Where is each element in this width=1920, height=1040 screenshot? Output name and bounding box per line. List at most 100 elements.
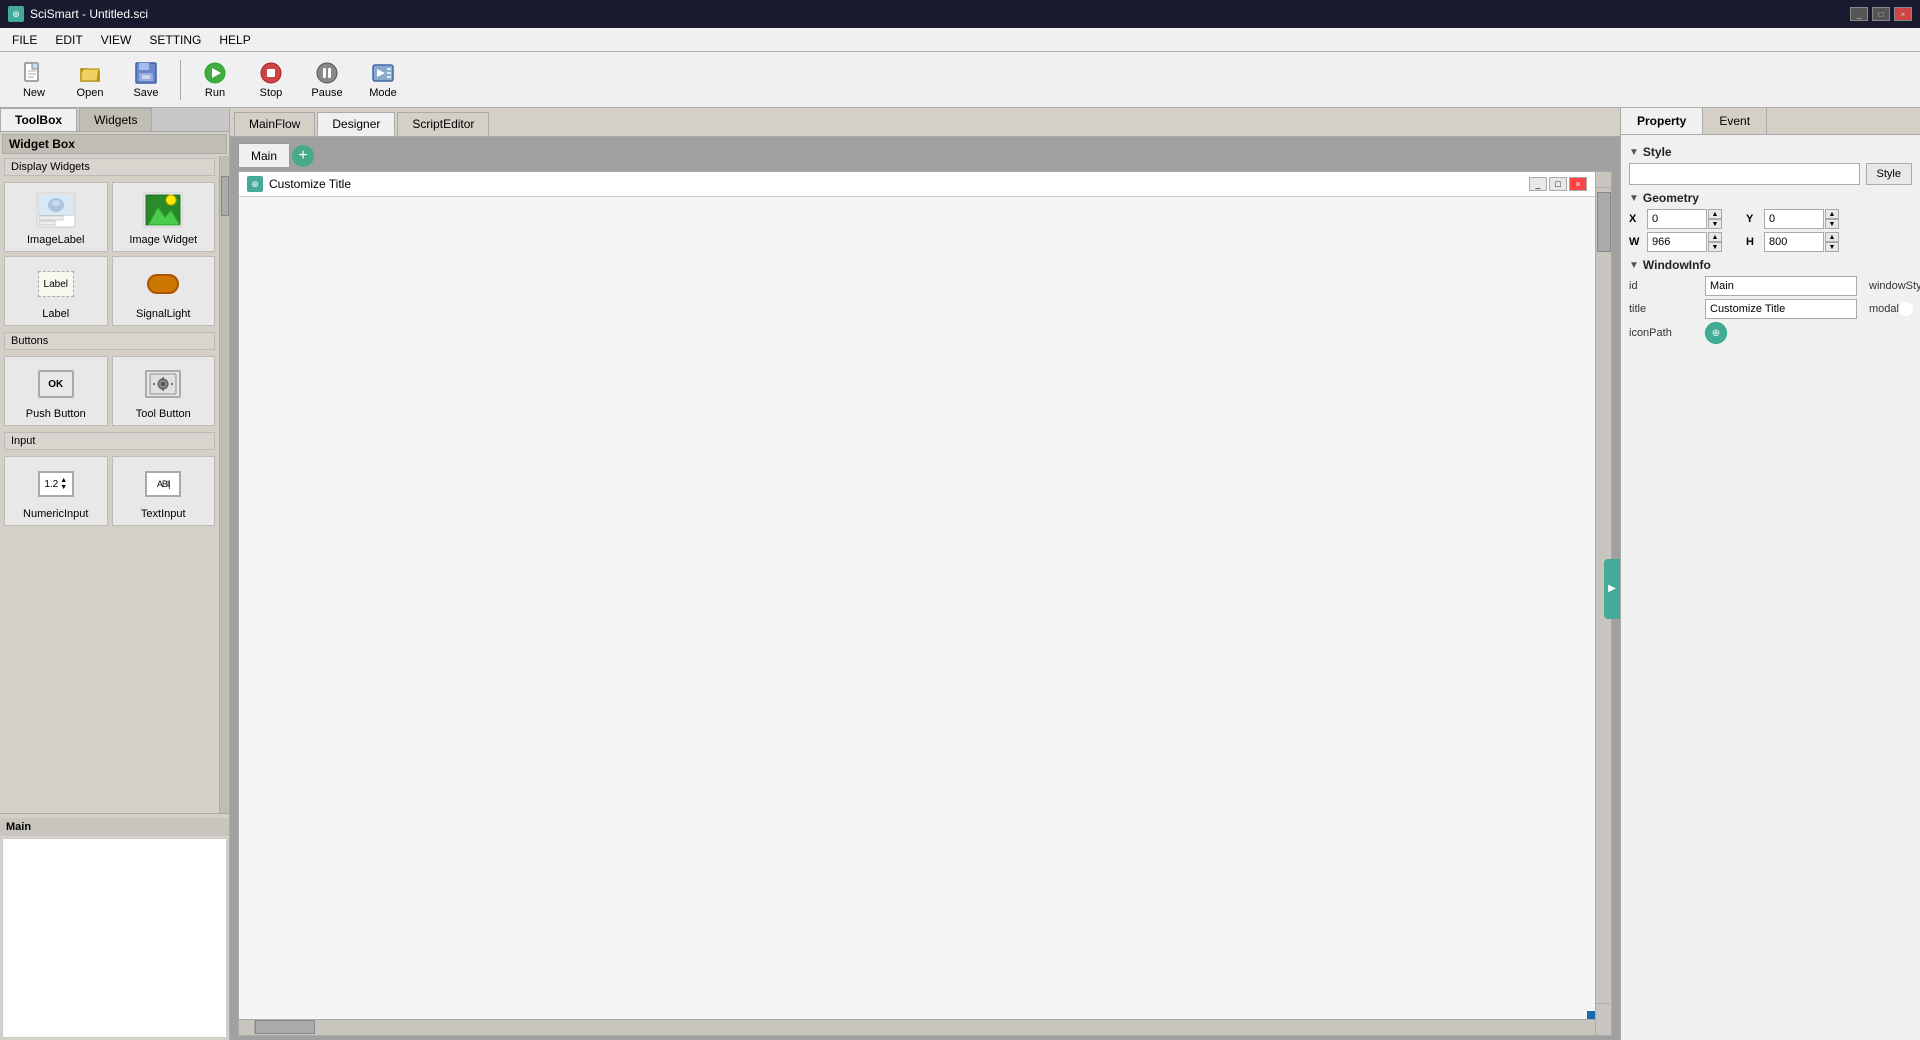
buttons-header[interactable]: Buttons — [4, 332, 215, 350]
tab-scripteditor[interactable]: ScriptEditor — [397, 112, 489, 136]
windowinfo-arrow: ▼ — [1629, 260, 1639, 271]
menu-setting[interactable]: SETTING — [141, 31, 209, 49]
tab-mainflow[interactable]: MainFlow — [234, 112, 315, 136]
style-input[interactable] — [1629, 163, 1860, 185]
designer-tabs: MainFlow Designer ScriptEditor — [230, 108, 1620, 137]
mode-icon — [371, 61, 395, 85]
toolbar-new-button[interactable]: New — [8, 56, 60, 104]
new-icon — [22, 61, 46, 85]
design-surface[interactable]: ⊕ Customize Title _ □ × — [238, 171, 1612, 1036]
toolbar-run-button[interactable]: Run — [189, 56, 241, 104]
left-bottom-section: Main — [0, 813, 229, 1040]
image-widget-icon — [143, 190, 183, 230]
menu-view[interactable]: VIEW — [93, 31, 140, 49]
display-widgets-grid: ImageLabel Image Widget — [0, 178, 219, 330]
h-spin-btns: ▲ ▼ — [1825, 232, 1839, 252]
toolbar-pause-button[interactable]: Pause — [301, 56, 353, 104]
close-button[interactable]: × — [1894, 7, 1912, 21]
design-window-controls: _ □ × — [1529, 177, 1587, 191]
id-input[interactable] — [1705, 276, 1857, 296]
toolbar-stop-button[interactable]: Stop — [245, 56, 297, 104]
modal-toggle-knob — [1899, 302, 1913, 316]
canvas-tabs: Main + — [230, 137, 1620, 167]
menu-file[interactable]: FILE — [4, 31, 45, 49]
left-scrollbar-thumb[interactable] — [221, 176, 229, 216]
design-window-maximize[interactable]: □ — [1549, 177, 1567, 191]
design-window-titlebar: ⊕ Customize Title _ □ × — [239, 172, 1595, 197]
right-panel: Property Event ▼ Style Style ▼ Geometry … — [1620, 108, 1920, 1040]
sv-thumb[interactable] — [1597, 192, 1611, 252]
iconpath-button[interactable]: ⊕ — [1705, 322, 1727, 344]
menu-bar: FILE EDIT VIEW SETTING HELP — [0, 28, 1920, 52]
widget-signal-light[interactable]: SignalLight — [112, 256, 216, 326]
toolbar-pause-label: Pause — [311, 87, 342, 99]
w-spin-up[interactable]: ▲ — [1708, 232, 1722, 242]
sv-down-btn[interactable] — [1596, 1003, 1610, 1019]
w-spin-down[interactable]: ▼ — [1708, 242, 1722, 252]
design-window-minimize[interactable]: _ — [1529, 177, 1547, 191]
widget-tool-button[interactable]: Tool Button — [112, 356, 216, 426]
properties-content: ▼ Style Style ▼ Geometry X ▲ ▼ — [1621, 135, 1920, 351]
display-widgets-header[interactable]: Display Widgets — [4, 158, 215, 176]
y-spin-up[interactable]: ▲ — [1825, 209, 1839, 219]
widget-text-input[interactable]: ABI| TextInput — [112, 456, 216, 526]
widget-image-label[interactable]: ImageLabel — [4, 182, 108, 252]
y-label: Y — [1746, 213, 1760, 225]
toolbar-run-label: Run — [205, 87, 225, 99]
green-fab-button[interactable]: ▶ — [1604, 559, 1620, 619]
minimize-button[interactable]: _ — [1850, 7, 1868, 21]
toolbar-separator — [180, 60, 181, 100]
h-input[interactable] — [1764, 232, 1824, 252]
toolbar-save-button[interactable]: Save — [120, 56, 172, 104]
label-widget-icon: Label — [36, 264, 76, 304]
widget-numeric-input[interactable]: 1.2 ▲ ▼ NumericInput — [4, 456, 108, 526]
main-section-header: Main — [0, 818, 229, 836]
h-spin-down[interactable]: ▼ — [1825, 242, 1839, 252]
h-spin-up[interactable]: ▲ — [1825, 232, 1839, 242]
toolbar-open-button[interactable]: Open — [64, 56, 116, 104]
tab-toolbox[interactable]: ToolBox — [0, 108, 77, 131]
numeric-input-icon: 1.2 ▲ ▼ — [36, 464, 76, 504]
x-spin-btns: ▲ ▼ — [1708, 209, 1722, 229]
tab-designer[interactable]: Designer — [317, 112, 395, 136]
maximize-button[interactable]: □ — [1872, 7, 1890, 21]
add-canvas-tab-button[interactable]: + — [292, 145, 314, 167]
design-window-close[interactable]: × — [1569, 177, 1587, 191]
canvas-tab-main[interactable]: Main — [238, 143, 290, 167]
widget-label[interactable]: Label Label — [4, 256, 108, 326]
y-input[interactable] — [1764, 209, 1824, 229]
sv-up-btn[interactable] — [1596, 172, 1611, 188]
open-icon — [78, 61, 102, 85]
geometry-arrow: ▼ — [1629, 193, 1639, 204]
widget-push-button[interactable]: OK Push Button — [4, 356, 108, 426]
left-panel-scrollbar[interactable] — [219, 156, 229, 813]
style-section-title: ▼ Style — [1629, 145, 1912, 159]
toolbar-mode-button[interactable]: Mode — [357, 56, 409, 104]
run-icon — [203, 61, 227, 85]
w-input[interactable] — [1647, 232, 1707, 252]
x-input[interactable] — [1647, 209, 1707, 229]
x-spin-up[interactable]: ▲ — [1708, 209, 1722, 219]
input-header[interactable]: Input — [4, 432, 215, 450]
menu-help[interactable]: HELP — [211, 31, 258, 49]
tab-property[interactable]: Property — [1621, 108, 1703, 134]
title-input[interactable] — [1705, 299, 1857, 319]
title-bar: ⊕ SciSmart - Untitled.sci _ □ × — [0, 0, 1920, 28]
x-spin: ▲ ▼ — [1647, 209, 1722, 229]
resize-handle-br[interactable] — [1587, 1011, 1595, 1019]
tab-widgets[interactable]: Widgets — [79, 108, 152, 131]
h-spin: ▲ ▼ — [1764, 232, 1839, 252]
sh-thumb[interactable] — [255, 1020, 315, 1034]
widget-push-button-text: Push Button — [26, 408, 86, 420]
x-spin-down[interactable]: ▼ — [1708, 219, 1722, 229]
menu-edit[interactable]: EDIT — [47, 31, 90, 49]
surface-scrollbar-h[interactable] — [239, 1019, 1595, 1035]
toolbar: New Open Save — [0, 52, 1920, 108]
widget-image-widget[interactable]: Image Widget — [112, 182, 216, 252]
tab-event[interactable]: Event — [1703, 108, 1767, 134]
sh-left-btn[interactable] — [239, 1020, 255, 1034]
buttons-grid: OK Push Button — [0, 352, 219, 430]
y-spin-down[interactable]: ▼ — [1825, 219, 1839, 229]
style-button[interactable]: Style — [1866, 163, 1912, 185]
toolbar-new-label: New — [23, 87, 45, 99]
